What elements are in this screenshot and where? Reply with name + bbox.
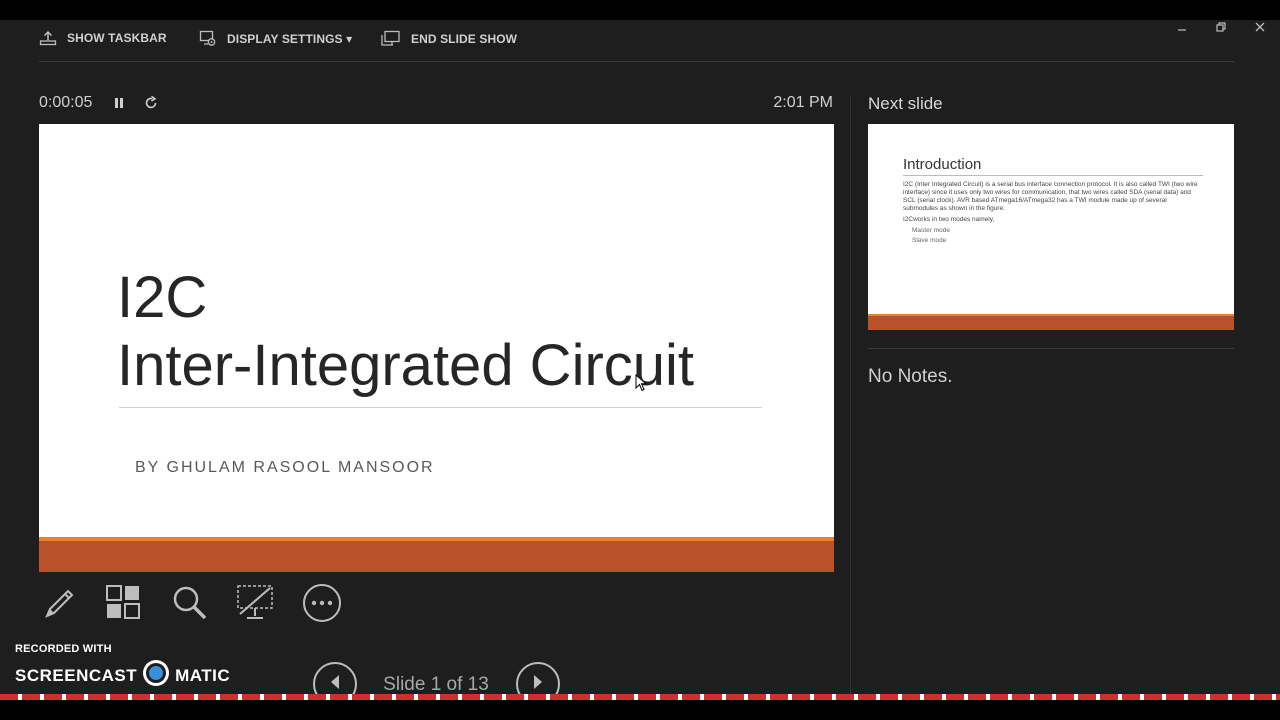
next-slide-list-item: Slave mode: [912, 237, 947, 244]
close-icon: [1255, 19, 1265, 37]
display-settings-button[interactable]: DISPLAY SETTINGS ▾: [199, 30, 352, 47]
slide-title: I2C Inter-Integrated Circuit: [117, 264, 694, 400]
speaker-notes[interactable]: No Notes.: [868, 366, 952, 388]
display-settings-label: DISPLAY SETTINGS ▾: [227, 31, 353, 46]
top-strip: [0, 0, 1280, 20]
next-slide-paragraph: I2Cworks in two modes namely,: [903, 216, 995, 223]
taskbar-icon: [39, 30, 57, 46]
screencast-watermark: RECORDED WITH SCREENCAST MATIC: [15, 643, 230, 692]
slide-title-line1: I2C: [117, 265, 208, 330]
elapsed-timer: 0:00:05: [39, 94, 93, 111]
end-slide-show-label: END SLIDE SHOW: [411, 31, 518, 46]
next-slide-rule: [903, 175, 1203, 176]
next-slide-title: Introduction: [903, 156, 982, 173]
pause-icon: [113, 97, 125, 114]
zoom-icon: [171, 584, 209, 627]
close-button[interactable]: [1250, 18, 1270, 38]
mouse-cursor-icon: [635, 373, 648, 397]
pen-icon: [41, 585, 77, 626]
minimize-icon: [1177, 19, 1187, 37]
see-all-slides-button[interactable]: [104, 584, 144, 627]
watermark-brand-left: SCREENCAST: [15, 665, 138, 685]
show-taskbar-label: SHOW TASKBAR: [67, 31, 167, 45]
presenter-toolbar: SHOW TASKBAR DISPLAY SETTINGS ▾ END SLID…: [0, 20, 1280, 62]
black-screen-icon: [236, 584, 274, 627]
more-options-icon: [302, 583, 342, 628]
minimize-button[interactable]: [1172, 18, 1192, 38]
see-all-slides-icon: [105, 584, 143, 627]
current-slide[interactable]: I2C Inter-Integrated Circuit BY GHULAM R…: [39, 124, 834, 572]
slide-title-line2: Inter-Integrated Circuit: [117, 333, 695, 398]
reset-timer-button[interactable]: [143, 95, 159, 116]
next-slide-accent-bar: [868, 316, 1234, 330]
next-slide-body: I2C (Inter Integrated Circuit) is a seri…: [903, 181, 1203, 247]
slide-accent-bar: [39, 541, 834, 572]
pen-tool-button[interactable]: [39, 585, 79, 625]
next-slide-list-item: Master mode: [912, 227, 950, 234]
restore-icon: [1216, 19, 1226, 37]
next-arrow-icon: [531, 674, 545, 695]
slide-title-rule: [119, 407, 762, 408]
more-options-button[interactable]: [302, 583, 342, 628]
slide-counter[interactable]: Slide 1 of 13: [365, 674, 507, 696]
toolbar-separator: [39, 61, 1234, 62]
display-settings-icon: [199, 30, 217, 47]
watermark-recorded-with: RECORDED WITH: [15, 643, 112, 655]
next-slide-preview[interactable]: Introduction I2C (Inter Integrated Circu…: [868, 124, 1234, 330]
current-time: 2:01 PM: [773, 94, 833, 111]
screencast-logo-icon: [142, 659, 170, 692]
watermark-brand: SCREENCAST MATIC: [15, 659, 230, 692]
black-screen-button[interactable]: [235, 584, 275, 627]
end-show-icon: [381, 30, 401, 47]
end-slide-show-button[interactable]: END SLIDE SHOW: [381, 30, 517, 47]
notes-separator: [868, 348, 1234, 349]
slide-subtitle: BY GHULAM RASOOL MANSOOR: [135, 459, 435, 476]
prev-arrow-icon: [328, 674, 342, 695]
watermark-brand-right: MATIC: [175, 665, 231, 685]
reset-icon: [143, 95, 159, 115]
restore-button[interactable]: [1211, 18, 1231, 38]
next-slide-paragraph: I2C (Inter Integrated Circuit) is a seri…: [903, 181, 1198, 212]
bottom-strip: [0, 700, 1280, 720]
pause-timer-button[interactable]: [113, 96, 125, 115]
zoom-button[interactable]: [170, 585, 210, 625]
show-taskbar-button[interactable]: SHOW TASKBAR: [39, 30, 167, 46]
next-slide-label: Next slide: [868, 94, 943, 113]
panel-divider: [850, 96, 851, 696]
